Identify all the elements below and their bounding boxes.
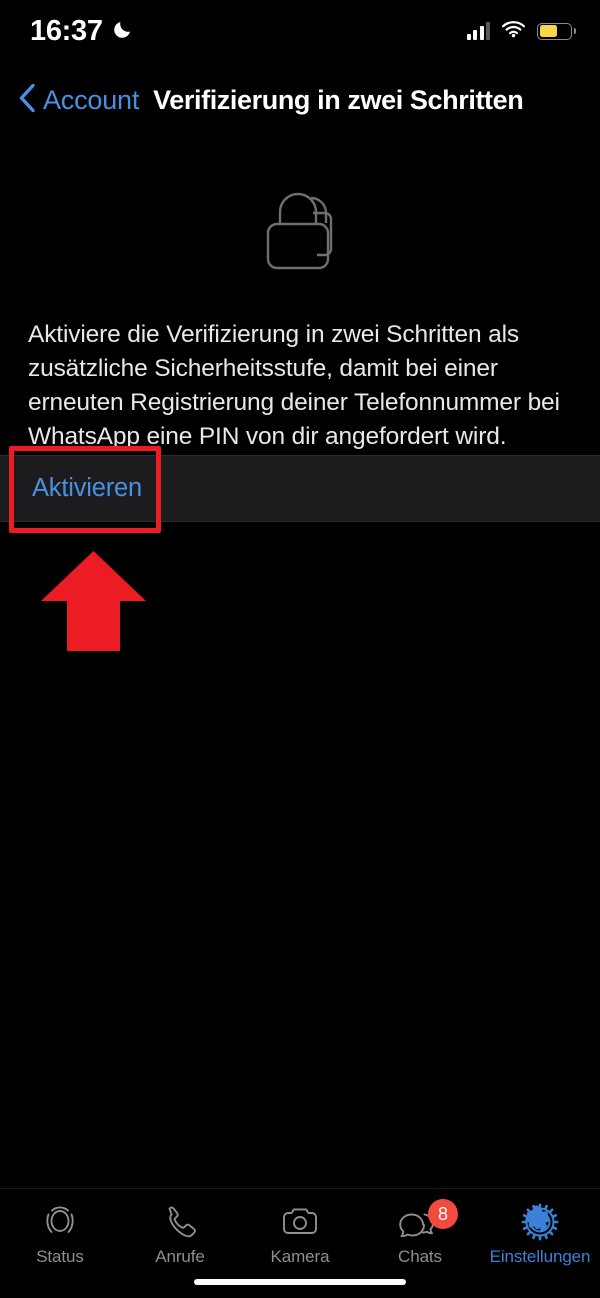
whatsapp-two-step-verification-screen: 16:37 Account Verifizierung in zwei Schr… — [0, 0, 600, 1298]
cellular-signal-icon — [466, 22, 490, 40]
back-button-label: Account — [43, 84, 140, 115]
tab-einstellungen[interactable]: Einstellungen — [480, 1202, 600, 1267]
chat-bubbles-icon: 8 — [398, 1199, 458, 1242]
chevron-left-icon — [18, 83, 36, 118]
two-locks-icon — [245, 168, 355, 283]
hero-illustration — [0, 168, 600, 283]
description-text: Aktiviere die Verifizierung in zwei Schr… — [28, 321, 560, 450]
wifi-icon — [501, 19, 526, 43]
tab-anrufe-label: Anrufe — [155, 1247, 205, 1266]
tab-einstellungen-label: Einstellungen — [489, 1247, 591, 1266]
tab-anrufe[interactable]: Anrufe — [120, 1202, 240, 1267]
tab-chats[interactable]: 8 Chats — [360, 1199, 480, 1267]
navigation-bar: Account Verifizierung in zwei Schritten — [0, 78, 600, 122]
phone-icon — [160, 1202, 200, 1242]
tab-kamera[interactable]: Kamera — [240, 1202, 360, 1267]
status-rings-icon — [40, 1202, 80, 1242]
status-bar-clock: 16:37 — [30, 14, 103, 47]
camera-icon — [280, 1202, 320, 1242]
gear-icon — [520, 1202, 560, 1242]
chats-unread-badge: 8 — [428, 1199, 458, 1229]
battery-icon — [537, 22, 576, 40]
status-bar-right — [466, 19, 576, 43]
arrow-up-icon — [41, 551, 146, 656]
status-bar: 16:37 — [0, 0, 600, 62]
back-button[interactable]: Account — [18, 83, 139, 118]
moon-icon — [112, 18, 134, 45]
tab-chats-label: Chats — [398, 1247, 442, 1266]
enable-button-label: Aktivieren — [32, 474, 142, 502]
page-title: Verifizierung in zwei Schritten — [153, 84, 524, 115]
enable-two-step-verification-row[interactable]: Aktivieren — [0, 455, 600, 522]
tab-status-label: Status — [36, 1247, 84, 1266]
home-indicator[interactable] — [194, 1279, 406, 1285]
status-bar-left: 16:37 — [30, 15, 134, 48]
tab-status[interactable]: Status — [0, 1202, 120, 1267]
tab-kamera-label: Kamera — [270, 1247, 330, 1266]
